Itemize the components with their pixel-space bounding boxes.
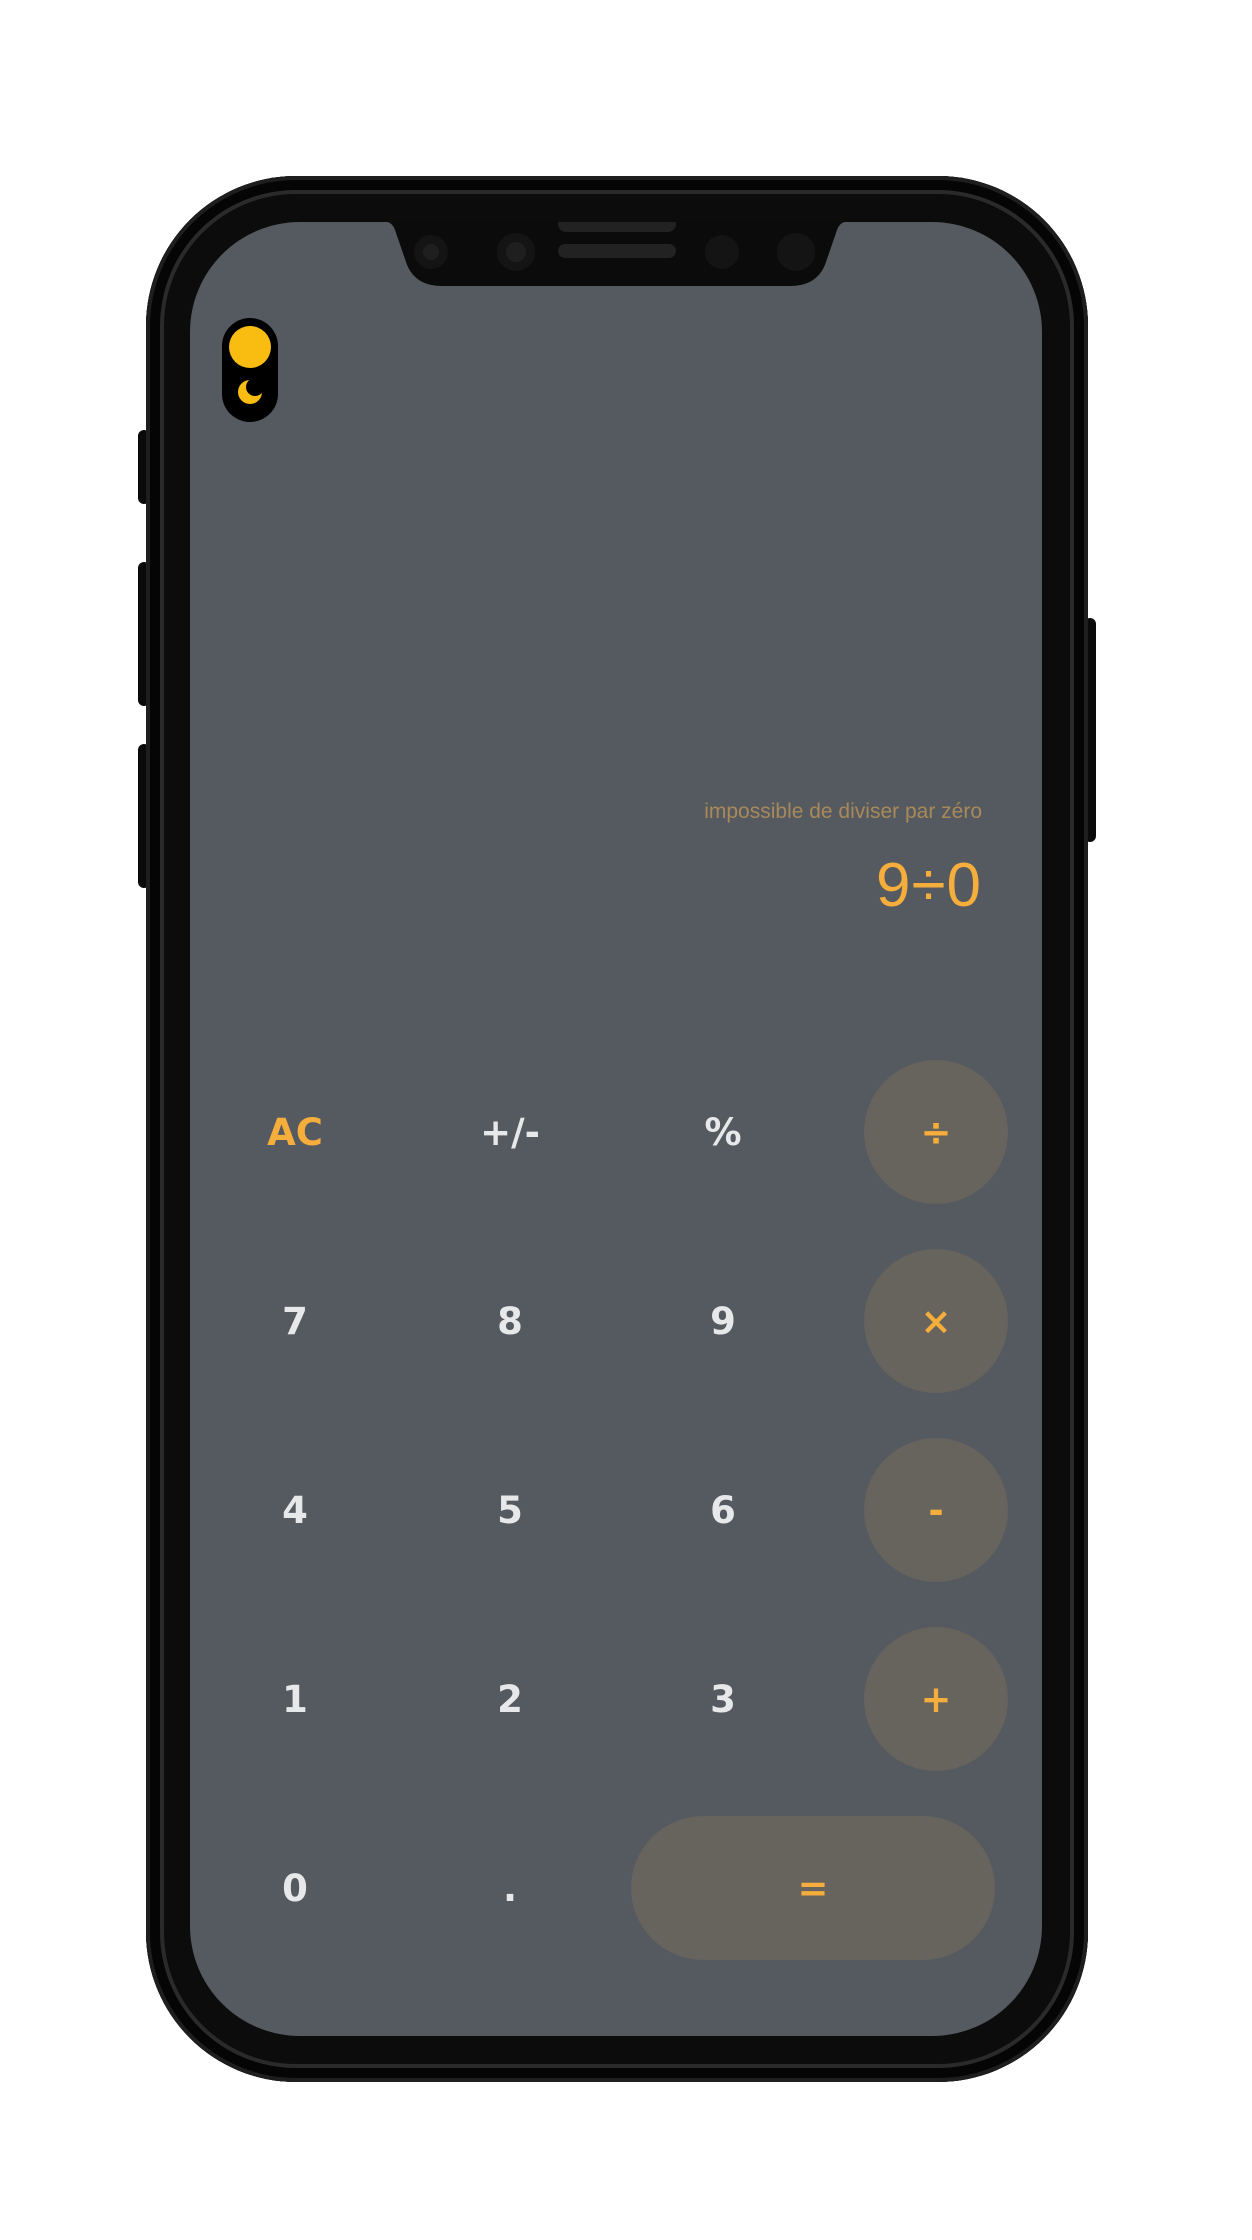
error-message: impossible de diviser par zéro xyxy=(704,800,982,823)
digit-5-button[interactable]: 5 xyxy=(438,1438,582,1582)
digit-7-button[interactable]: 7 xyxy=(223,1249,367,1393)
expression-display: 9÷0 xyxy=(876,851,982,920)
percent-button[interactable]: % xyxy=(651,1060,795,1204)
divide-button[interactable]: ÷ xyxy=(864,1060,1008,1204)
digit-8-button[interactable]: 8 xyxy=(438,1249,582,1393)
sign-toggle-button[interactable]: +/- xyxy=(438,1060,582,1204)
all-clear-button[interactable]: AC xyxy=(223,1060,367,1204)
digit-2-button[interactable]: 2 xyxy=(438,1627,582,1771)
phone-notch xyxy=(374,222,858,287)
digit-6-button[interactable]: 6 xyxy=(651,1438,795,1582)
decimal-button[interactable]: . xyxy=(438,1816,582,1960)
digit-1-button[interactable]: 1 xyxy=(223,1627,367,1771)
calculator-screen: impossible de diviser par zéro 9÷0 AC +/… xyxy=(190,222,1042,2036)
digit-4-button[interactable]: 4 xyxy=(223,1438,367,1582)
digit-9-button[interactable]: 9 xyxy=(651,1249,795,1393)
add-button[interactable]: + xyxy=(864,1627,1008,1771)
sun-icon xyxy=(229,326,271,368)
subtract-button[interactable]: - xyxy=(864,1438,1008,1582)
digit-3-button[interactable]: 3 xyxy=(651,1627,795,1771)
moon-icon xyxy=(238,378,264,404)
equals-button[interactable]: = xyxy=(631,1816,995,1960)
multiply-button[interactable]: × xyxy=(864,1249,1008,1393)
digit-0-button[interactable]: 0 xyxy=(223,1816,367,1960)
theme-toggle[interactable] xyxy=(222,318,278,422)
